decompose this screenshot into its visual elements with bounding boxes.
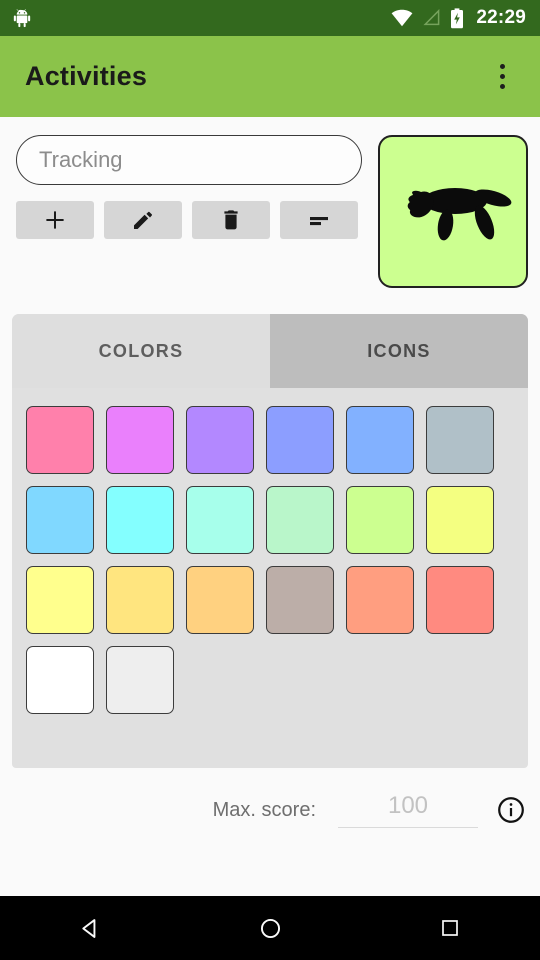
overflow-dot (499, 64, 505, 69)
color-swatch[interactable] (186, 566, 254, 634)
color-swatch[interactable] (426, 566, 494, 634)
color-swatch[interactable] (426, 406, 494, 474)
status-bar-left (12, 8, 391, 28)
action-button-row (12, 201, 366, 239)
add-button[interactable] (16, 201, 94, 239)
status-bar-clock: 22:29 (476, 7, 526, 28)
max-score-placeholder: 100 (387, 792, 429, 819)
color-swatch[interactable] (106, 566, 174, 634)
cell-signal-icon (423, 9, 440, 26)
activity-form-left: Tracking (12, 135, 378, 288)
wifi-icon (391, 9, 413, 27)
color-swatch[interactable] (26, 486, 94, 554)
activity-header-row: Tracking (0, 117, 540, 288)
color-swatch[interactable] (106, 646, 174, 714)
system-nav-bar (0, 896, 540, 960)
edit-button[interactable] (104, 201, 182, 239)
activity-name-input[interactable]: Tracking (16, 135, 362, 185)
tab-colors[interactable]: COLORS (12, 314, 270, 388)
page-title: Activities (25, 61, 148, 91)
app-bar: Activities (0, 36, 540, 117)
delete-button[interactable] (192, 201, 270, 239)
color-swatch[interactable] (266, 486, 334, 554)
color-swatch[interactable] (346, 486, 414, 554)
recents-square-icon (442, 920, 458, 936)
tab-bar: COLORS ICONS (12, 314, 528, 388)
status-bar: 22:29 (0, 0, 540, 36)
turtle-icon (407, 187, 512, 240)
color-swatch[interactable] (266, 406, 334, 474)
activity-name-placeholder: Tracking (39, 147, 123, 172)
color-swatch[interactable] (346, 566, 414, 634)
picker-panel: COLORS ICONS (12, 314, 528, 768)
back-triangle-icon (81, 918, 95, 938)
max-score-row: Max. score: 100 (0, 768, 540, 828)
android-robot-icon (13, 9, 31, 28)
status-bar-right: 22:29 (391, 7, 526, 29)
pencil-icon (134, 211, 152, 229)
nav-back-button[interactable] (45, 896, 135, 960)
color-swatch[interactable] (26, 646, 94, 714)
color-swatch[interactable] (186, 406, 254, 474)
max-score-input[interactable]: 100 (338, 792, 478, 828)
color-swatch[interactable] (426, 486, 494, 554)
home-circle-icon (260, 918, 280, 938)
color-swatch[interactable] (346, 406, 414, 474)
color-swatch[interactable] (266, 566, 334, 634)
sort-button[interactable] (280, 201, 358, 239)
nav-recents-button[interactable] (405, 896, 495, 960)
plus-icon (46, 211, 64, 229)
tab-icons[interactable]: ICONS (270, 314, 528, 388)
color-swatch-grid (12, 388, 528, 758)
overflow-dot (499, 84, 505, 89)
color-swatch[interactable] (26, 406, 94, 474)
info-button[interactable] (496, 795, 526, 825)
main-content: Tracking COLORS ICONS Max. score: 100 (0, 117, 540, 828)
info-circle-icon (498, 797, 524, 823)
nav-home-button[interactable] (225, 896, 315, 960)
color-swatch[interactable] (106, 406, 174, 474)
trash-icon (224, 210, 238, 230)
overflow-dot (499, 74, 505, 79)
battery-charging-icon (451, 7, 464, 28)
app-root: 22:29 Activities Tracking COLORS ICONS M… (0, 0, 540, 960)
color-swatch[interactable] (106, 486, 174, 554)
color-swatch[interactable] (26, 566, 94, 634)
activity-avatar[interactable] (378, 135, 528, 288)
color-swatch[interactable] (186, 486, 254, 554)
overflow-menu-button[interactable] (480, 55, 524, 99)
sort-lines-icon (310, 217, 328, 226)
max-score-label: Max. score: (212, 798, 316, 821)
